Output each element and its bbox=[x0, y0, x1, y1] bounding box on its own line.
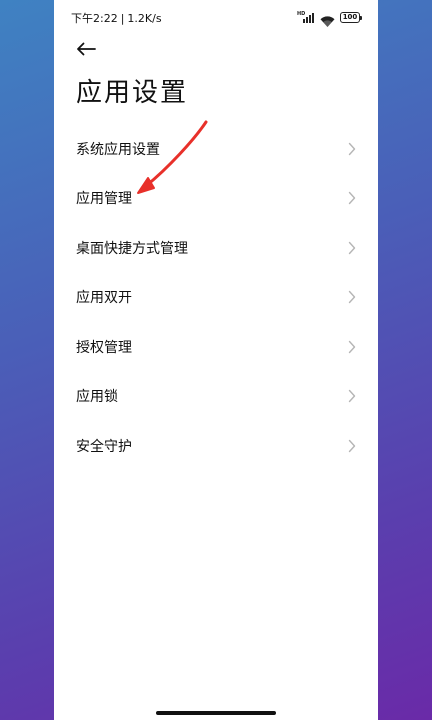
status-left: 下午2:22 | 1.2K/s bbox=[71, 10, 162, 26]
chevron-right-icon bbox=[348, 142, 356, 155]
chevron-right-icon bbox=[348, 439, 356, 452]
settings-item-label: 系统应用设置 bbox=[76, 141, 160, 158]
signal-icon: HD bbox=[297, 11, 315, 23]
chevron-right-icon bbox=[348, 241, 356, 254]
chevron-right-icon bbox=[348, 291, 356, 304]
settings-item-app-management[interactable]: 应用管理 bbox=[54, 174, 378, 224]
battery-level: 100 bbox=[342, 12, 358, 21]
settings-list: 系统应用设置 应用管理 桌面快捷方式管理 应用双开 授权管理 应用锁 安全守护 bbox=[54, 124, 378, 471]
settings-item-app-lock[interactable]: 应用锁 bbox=[54, 372, 378, 422]
settings-item-label: 应用双开 bbox=[76, 290, 132, 307]
settings-item-label: 桌面快捷方式管理 bbox=[76, 240, 188, 257]
settings-item-permissions[interactable]: 授权管理 bbox=[54, 322, 378, 372]
settings-item-security-guard[interactable]: 安全守护 bbox=[54, 421, 378, 471]
phone-screen: 下午2:22 | 1.2K/s HD 100 应用设置 系统应用设置 应用管理 … bbox=[54, 0, 378, 720]
back-button[interactable] bbox=[74, 38, 98, 60]
status-separator: | bbox=[120, 12, 125, 25]
status-time: 下午2:22 bbox=[71, 12, 118, 25]
settings-item-label: 授权管理 bbox=[76, 339, 132, 356]
status-bar: 下午2:22 | 1.2K/s HD 100 bbox=[54, 0, 378, 34]
back-arrow-icon bbox=[77, 42, 96, 56]
settings-item-label: 应用管理 bbox=[76, 191, 132, 208]
wifi-icon bbox=[320, 12, 335, 27]
network-speed: 1.2K/s bbox=[127, 12, 162, 25]
page-title: 应用设置 bbox=[76, 78, 189, 108]
chevron-right-icon bbox=[348, 340, 356, 353]
settings-item-label: 安全守护 bbox=[76, 438, 132, 455]
home-indicator[interactable] bbox=[156, 711, 276, 715]
settings-item-dual-apps[interactable]: 应用双开 bbox=[54, 273, 378, 323]
settings-item-system-app-settings[interactable]: 系统应用设置 bbox=[54, 124, 378, 174]
battery-icon: 100 bbox=[340, 11, 362, 23]
chevron-right-icon bbox=[348, 390, 356, 403]
settings-item-label: 应用锁 bbox=[76, 389, 118, 406]
status-right: HD 100 bbox=[297, 10, 362, 27]
settings-item-desktop-shortcuts[interactable]: 桌面快捷方式管理 bbox=[54, 223, 378, 273]
chevron-right-icon bbox=[348, 192, 356, 205]
